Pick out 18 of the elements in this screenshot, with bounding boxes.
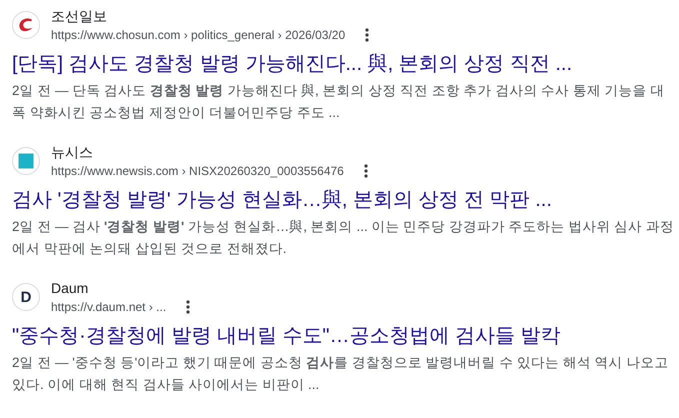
- result-title-link[interactable]: 검사 '경찰청 발령' 가능성 현실화…與, 본회의 상정 전 막판 ...: [12, 187, 552, 213]
- site-name: 조선일보: [51, 7, 108, 26]
- result-title-link[interactable]: "중수청·경찰청에 발령 내버릴 수도"…공소청법에 검사들 발칵: [12, 323, 561, 349]
- site-url: https://www.newsis.com › NISX20260320_0003556476: [51, 163, 344, 180]
- result-snippet: 2일 전 — 검사 '경찰청 발령' 가능성 현실화…與, 본회의 ... 이는 민주당 강경파가 주도하는 법사위 심사 과정에서 막판에 논의돼 삽입된 것으로 전해졌다.: [12, 218, 675, 258]
- square-logo: [18, 154, 34, 168]
- site-favicon: D: [12, 283, 40, 311]
- site-url: https://v.daum.net › ...: [51, 299, 166, 316]
- site-name: Daum: [51, 279, 90, 298]
- swoosh-logo: [19, 18, 32, 32]
- result-snippet: 2일 전 — '중수청 등'이라고 했기 때문에 공소청 검사를 경찰청으로 발령내버릴 수 있다는 해석 역시 나오고 있다. 이에 대해 현직 검사들 사이에서는 비판이 ...: [12, 354, 670, 394]
- site-name: 뉴시스: [51, 143, 94, 162]
- more-options-icon[interactable]: [363, 28, 372, 42]
- result-title-link[interactable]: [단독] 검사도 경찰청 발령 가능해진다... 與, 본회의 상정 직전 ...: [12, 51, 572, 77]
- site-url: https://www.chosun.com › politics_general › 2026/03/20: [51, 27, 346, 44]
- more-options-icon[interactable]: [184, 300, 192, 314]
- result-snippet: 2일 전 — 단독 검사도 경찰청 발령 가능해진다 與, 본회의 상정 직전 조항 추가 검사의 수사 통제 기능을 대폭 약화시킨 공소청법 제정안이 더불어민주당 주도 ...: [12, 82, 666, 122]
- more-options-icon[interactable]: [362, 164, 370, 178]
